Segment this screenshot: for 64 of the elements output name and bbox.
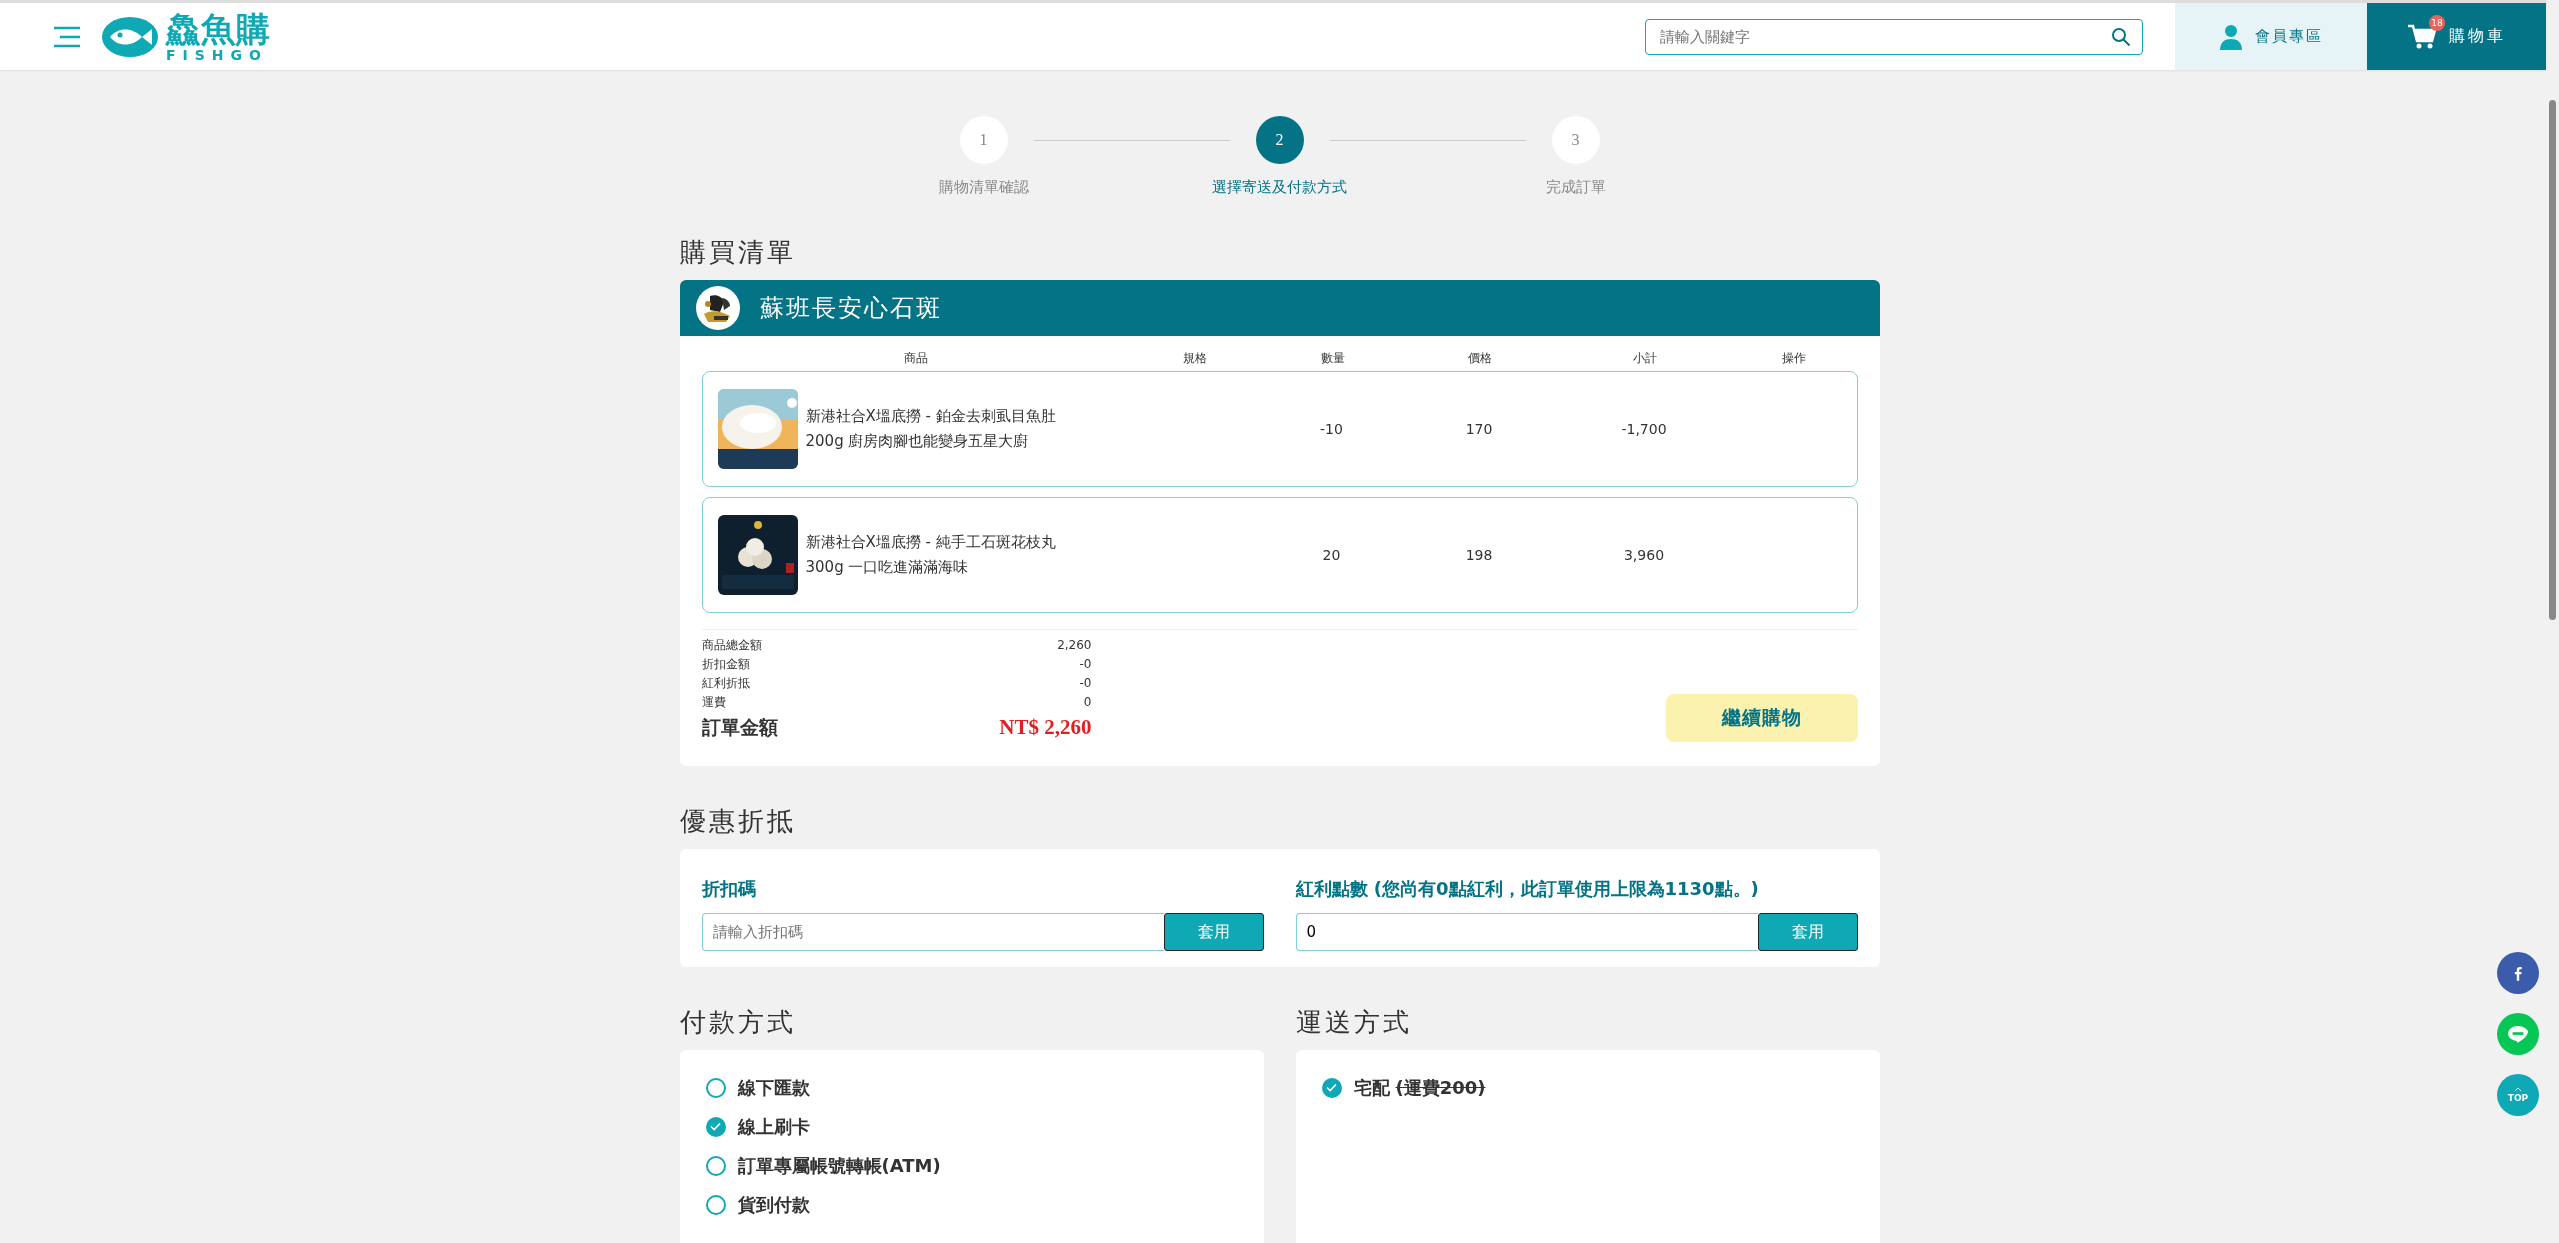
column-header: 商品 [902,350,929,367]
order-total-label: 訂單金額 [701,715,779,740]
section-title: 運送方式 [1295,1006,1413,1039]
subtotal-cell-text: 3,960 [1622,547,1666,563]
option-label[interactable]: 貨到付款 [737,1192,810,1217]
check-icon [710,1122,721,1131]
step-number: 2 [1255,116,1304,164]
total-label: 折扣金額 [701,656,751,673]
option-label[interactable]: 線上刷卡 [737,1114,810,1139]
option-label[interactable]: 線下匯款 [737,1075,810,1100]
logo-subtitle: FISHGO [166,47,268,62]
chat-bubble-icon[interactable] [2497,1013,2539,1055]
field-label: 折扣碼 [701,877,757,901]
check-icon [1326,1083,1337,1092]
facebook-icon[interactable] [2497,952,2539,994]
step-label: 完成訂單 [1545,178,1606,197]
total-label: 商品總金額 [701,637,763,654]
product-name[interactable]: 新港社合X塭底撈 - 鉑金去刺虱目魚肚 200g 廚房肉腳也能變身五星大廚 [805,404,1056,454]
total-value: -0 [1078,675,1092,692]
search-field[interactable]: 請輸入關鍵字 [1645,18,2143,55]
total-value: 2,260 [1056,637,1092,654]
section-title: 優惠折抵 [679,805,797,838]
radio-button[interactable] [705,1116,726,1137]
store-name: 蘇班長安心石斑 [759,293,942,324]
member-area-link[interactable]: 會員專區 [2175,3,2367,70]
radio-button[interactable] [1321,1077,1342,1098]
cart-link[interactable]: 18 購物車 [2367,3,2546,70]
field-label: 紅利點數 (您尚有0點紅利，此訂單使用上限為1130點。) [1295,877,1760,901]
caret-icon [2514,1087,2522,1092]
price-cell-text: 198 [1464,547,1494,563]
radio-button[interactable] [705,1077,726,1098]
order-total-value: NT$ 2,260 [998,714,1092,741]
person-icon [2219,23,2243,50]
option-label[interactable]: 宅配 [1353,1075,1390,1100]
option-label[interactable]: 訂單專屬帳號轉帳(ATM) [737,1153,941,1178]
step-number: 3 [1551,116,1600,164]
cart-count-badge: 18 [2429,14,2445,31]
section-title: 購買清單 [679,236,797,269]
quantity-cell-text: -10 [1319,421,1344,437]
search-icon[interactable] [2111,26,2131,47]
continue-shopping-button[interactable]: 繼續購物 [1665,694,1858,742]
total-value: -0 [1078,656,1092,673]
price-cell-text: 170 [1464,421,1494,437]
total-value: 0 [1082,694,1092,711]
step-label: 購物清單確認 [938,178,1029,197]
column-header: 價格 [1467,350,1493,367]
total-label: 紅利折抵 [701,675,751,692]
column-header: 操作 [1781,350,1807,367]
points-field[interactable]: 0 [1295,913,1758,951]
quantity-cell-text: 20 [1321,547,1342,563]
menu-icon[interactable] [52,25,82,48]
discount-code-field[interactable]: 請輸入折扣碼 [701,913,1164,951]
total-label: 運費 [701,694,727,711]
section-title: 付款方式 [679,1006,797,1039]
shipping-fee: (運費200) [1395,1075,1486,1100]
subtotal-cell-text: -1,700 [1620,421,1668,437]
step-label: 選擇寄送及付款方式 [1212,178,1347,197]
radio-button[interactable] [705,1155,726,1176]
column-header: 數量 [1319,350,1346,367]
column-header: 小計 [1632,350,1658,367]
column-header: 規格 [1182,350,1208,367]
product-name[interactable]: 新港社合X塭底撈 - 純手工石斑花枝丸 300g 一口吃進滿滿海味 [805,530,1056,580]
step-number: 1 [959,116,1008,164]
radio-button[interactable] [705,1194,726,1215]
